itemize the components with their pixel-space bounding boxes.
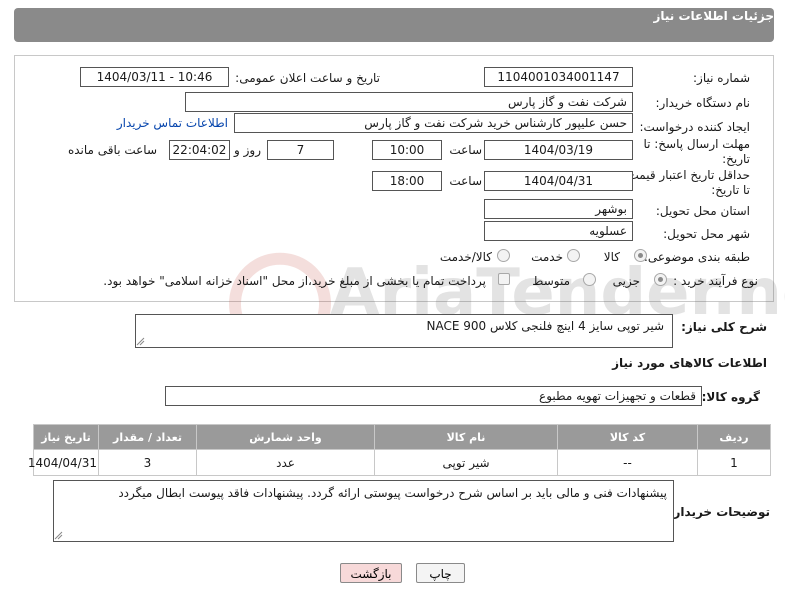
col-unit: واحد شمارش [196,424,375,450]
need-number-field[interactable]: 1104001034001147 [484,67,633,87]
col-item-name: نام کالا [374,424,558,450]
category-radio-service[interactable] [567,249,580,262]
category-option-goods-service: کالا/خدمت [439,250,492,264]
category-option-service: خدمت [531,250,563,264]
col-need-date: تاریخ نیاز [33,424,99,450]
buyer-notes-label: توضیحات خریدار: [668,505,770,519]
process-option-minor: جزیی [612,274,640,288]
category-radio-goods-service[interactable] [497,249,510,262]
city-field[interactable]: عسلویه [484,221,633,241]
category-radio-goods[interactable] [634,249,647,262]
reply-time-label: ساعت [449,143,482,157]
reply-date-field[interactable]: 1404/03/19 [484,140,633,160]
days-field[interactable]: 7 [267,140,334,160]
category-label: طبقه بندی موضوعی: [643,250,750,264]
validity-date-field[interactable]: 1404/04/31 [484,171,633,191]
city-label: شهر محل تحویل: [663,227,750,241]
reply-deadline-label: مهلت ارسال پاسخ: تا تاریخ: [643,137,750,166]
cell-unit: عدد [196,449,375,476]
cell-quantity: 3 [98,449,197,476]
table-row[interactable]: 1404/04/31 3 عدد شیر توپی -- 1 [28,449,771,476]
days-label: روز و [234,143,261,157]
announce-label: تاریخ و ساعت اعلان عمومی: [235,71,380,85]
cell-item-name: شیر توپی [374,449,558,476]
province-label: استان محل تحویل: [655,204,750,218]
goods-group-label: گروه کالا: [701,390,760,404]
creator-field[interactable]: حسن علیپور کارشناس خرید شرکت نفت و گاز پ… [234,113,633,133]
buyer-notes-textarea[interactable]: پیشنهادات فنی و مالی باید بر اساس شرح در… [53,480,674,542]
category-option-goods: کالا [603,250,620,264]
buyer-contact-link[interactable]: اطلاعات تماس خریدار [117,116,228,130]
price-validity-label: حداقل تاریخ اعتبار قیمت: تا تاریخ: [623,168,750,197]
announce-datetime-field[interactable]: 1404/03/11 - 10:46 [80,67,229,87]
process-type-label: نوع فرآیند خرید : [673,274,758,288]
buyer-org-label: نام دستگاه خریدار: [655,96,751,110]
summary-label: شرح کلی نیاز: [681,320,767,334]
col-item-code: کد کالا [557,424,698,450]
page-title: جزئیات اطلاعات نیاز [653,9,774,23]
province-field[interactable]: بوشهر [484,199,633,219]
goods-group-field[interactable]: قطعات و تجهیزات تهویه مطبوع [165,386,702,406]
resize-grip-icon[interactable] [54,531,63,540]
back-button[interactable]: بازگشت [340,563,402,583]
table-header-row: تاریخ نیاز تعداد / مقدار واحد شمارش نام … [33,424,771,450]
cell-item-code: -- [557,449,698,476]
summary-textarea[interactable]: شیر توپی سایز 4 اینچ فلنجی کلاس NACE 900 [135,314,673,348]
creator-label: ایجاد کننده درخواست: [639,120,750,134]
need-number-label: شماره نیاز: [693,71,750,85]
cell-need-date: 1404/04/31 [28,449,99,476]
col-row-number: ردیف [697,424,771,450]
process-option-medium: متوسط [532,274,570,288]
validity-time-field[interactable]: 18:00 [372,171,442,191]
cell-row-number: 1 [697,449,771,476]
goods-section-title: اطلاعات کالاهای مورد نیاز [612,356,767,370]
remaining-time-field[interactable]: 22:04:02 [169,140,230,160]
treasury-payment-note: پرداخت تمام یا بخشی از مبلغ خرید،از محل … [103,274,486,288]
remaining-time-label: ساعت باقی مانده [67,143,157,157]
goods-table: تاریخ نیاز تعداد / مقدار واحد شمارش نام … [28,424,771,476]
print-button[interactable]: چاپ [416,563,465,583]
reply-time-field[interactable]: 10:00 [372,140,442,160]
process-radio-medium[interactable] [583,273,596,286]
process-radio-minor[interactable] [654,273,667,286]
validity-time-label: ساعت [449,174,482,188]
buyer-org-field[interactable]: شرکت نفت و گاز پارس [185,92,633,112]
treasury-payment-checkbox[interactable] [498,273,510,285]
col-quantity: تعداد / مقدار [98,424,197,450]
resize-grip-icon[interactable] [136,337,145,346]
